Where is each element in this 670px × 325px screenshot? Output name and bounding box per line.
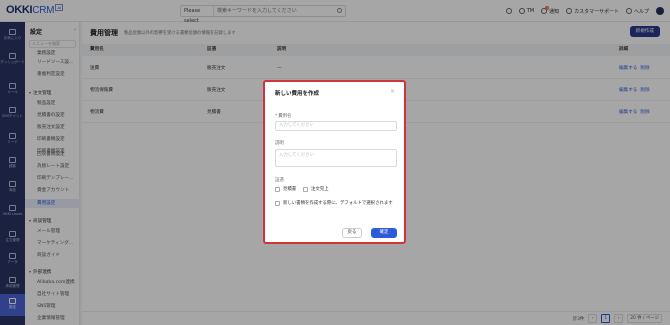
default-select-checkbox[interactable]: 新しい書類を作成する際に、デフォルトで選択されます [275,200,397,207]
dialog-title: 新しい費用を作成 [275,91,320,97]
quote-checkbox[interactable]: 見積書 [275,186,296,192]
order-checkbox[interactable]: 注文完上 [303,186,329,192]
voucher-label: 証憑 [275,178,284,183]
name-label: *費用名 [275,114,292,119]
confirm-button[interactable]: 確定 [371,228,397,238]
back-button[interactable]: 戻る [342,228,362,238]
description-label: 説明 [275,141,284,146]
expense-name-input[interactable]: 入力してください [275,121,397,131]
create-expense-dialog: 新しい費用を作成 × *費用名 入力してください 説明 入力してください 証憑 … [263,80,406,244]
close-icon[interactable]: × [390,88,395,95]
description-textarea[interactable]: 入力してください [275,149,397,167]
